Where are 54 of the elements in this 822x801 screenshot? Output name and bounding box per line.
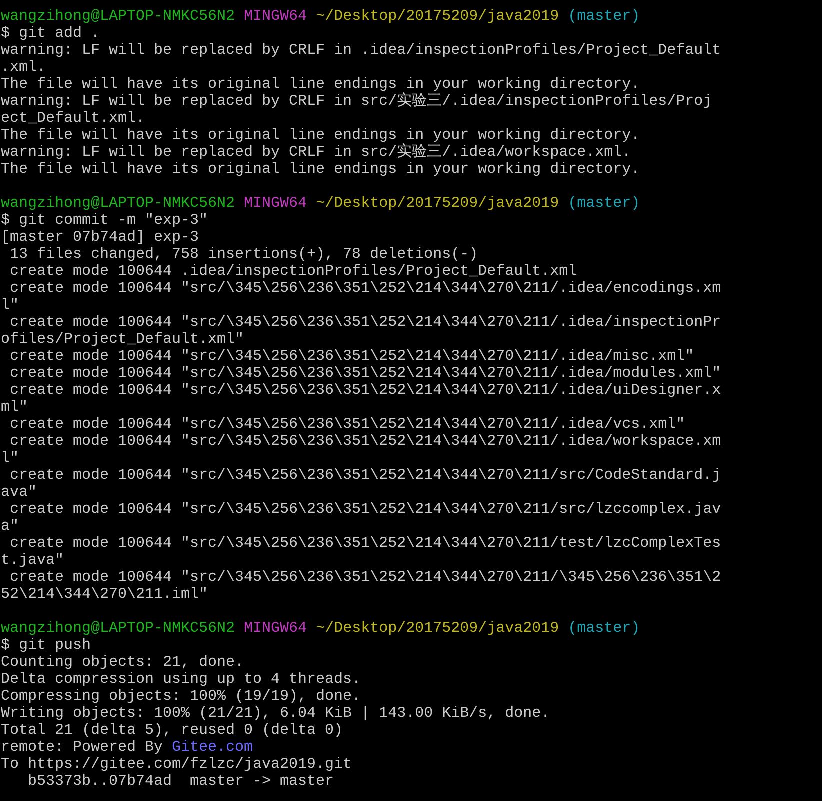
output-line: create mode 100644 "src/\345\256\236\351\252\214\344\270\211/.idea/workspace.xm (9, 433, 722, 450)
output-line: The file will have its original line endings in your working directory. (1, 127, 640, 144)
output-line: warning: LF will be replaced by CRLF in src/实验三/.idea/workspace.xml. (1, 144, 632, 161)
output-line: ect_Default.xml. (1, 110, 146, 127)
output-line: warning: LF will be replaced by CRLF in .idea/inspectionProfiles/Project_Default (1, 42, 722, 59)
output-line: create mode 100644 "src/\345\256\236\351\252\214\344\270\211/src/lzccomplex.jav (9, 501, 722, 518)
output-line: create mode 100644 "src/\345\256\236\351\252\214\344\270\211/.idea/encodings.xm (9, 280, 722, 297)
output-line: a" (1, 518, 20, 535)
prompt-branch: (master) (568, 195, 640, 212)
output-line: create mode 100644 "src/\345\256\236\351\252\214\344\270\211/src/CodeStandard.j (9, 467, 722, 484)
output-line: [master 07b74ad] exp-3 (1, 229, 200, 246)
output-line: Compressing objects: 100% (19/19), done. (1, 688, 362, 705)
output-line: 52\214\344\270\211.iml" (1, 586, 208, 603)
output-line: ava" (1, 484, 38, 501)
prompt-user: wangzihong@LAPTOP-NMKC56N2 (1, 8, 236, 25)
output-line: remote: Powered By (1, 739, 164, 756)
output-line: ml" (1, 399, 28, 416)
output-line: create mode 100644 "src/\345\256\236\351\252\214\344\270\211/.idea/uiDesigner.x (9, 382, 722, 399)
output-line: t.java" (1, 552, 64, 569)
output-line: create mode 100644 "src/\345\256\236\351\252\214\344\270\211/.idea/modules.xml" (9, 365, 722, 382)
prompt-branch: (master) (568, 8, 640, 25)
output-line: .xml. (1, 59, 46, 76)
output-line: warning: LF will be replaced by CRLF in src/实验三/.idea/inspectionProfiles/Proj (1, 93, 712, 110)
prompt-system: MINGW64 (244, 620, 308, 637)
prompt-user: wangzihong@LAPTOP-NMKC56N2 (1, 620, 236, 637)
prompt-system: MINGW64 (244, 8, 308, 25)
output-line: ofiles/Project_Default.xml" (1, 331, 244, 348)
output-line: create mode 100644 "src/\345\256\236\351\252\214\344\270\211/test/lzcComplexTes (9, 535, 722, 552)
output-line: The file will have its original line endings in your working directory. (1, 76, 640, 93)
output-line: create mode 100644 "src/\345\256\236\351\252\214\344\270\211/\345\256\236\351\2 (9, 569, 722, 586)
prompt-path: ~/Desktop/20175209/java2019 (316, 195, 560, 212)
output-line: create mode 100644 "src/\345\256\236\351\252\214\344\270\211/.idea/misc.xml" (9, 348, 694, 365)
prompt-path: ~/Desktop/20175209/java2019 (316, 620, 560, 637)
output-line: Writing objects: 100% (21/21), 6.04 KiB | 143.00 KiB/s, done. (1, 705, 550, 722)
output-line: To https://gitee.com/fzlzc/java2019.git (1, 756, 352, 773)
output-line: create mode 100644 .idea/inspectionProfiles/Project_Default.xml (9, 263, 578, 280)
output-line: 13 files changed, 758 insertions(+), 78 deletions(-) (9, 246, 478, 263)
prompt-branch: (master) (568, 620, 640, 637)
command-line: $ git add . (1, 25, 100, 42)
prompt-user: wangzihong@LAPTOP-NMKC56N2 (1, 195, 236, 212)
output-line: Total 21 (delta 5), reused 0 (delta 0) (1, 722, 344, 739)
output-line: Delta compression using up to 4 threads. (1, 671, 362, 688)
output-line: create mode 100644 "src/\345\256\236\351\252\214\344\270\211/.idea/vcs.xml" (9, 416, 686, 433)
output-line: Counting objects: 21, done. (1, 654, 244, 671)
command-line: $ git commit -m "exp-3" (1, 212, 208, 229)
command-line: $ git push (1, 637, 92, 654)
gitee-link[interactable]: Gitee.com (172, 739, 254, 756)
output-line: b53373b..07b74ad master -> master (27, 773, 334, 790)
output-line: l" (1, 297, 20, 314)
prompt-path: ~/Desktop/20175209/java2019 (316, 8, 560, 25)
output-line: l" (1, 450, 20, 467)
output-line: create mode 100644 "src/\345\256\236\351\252\214\344\270\211/.idea/inspectionPr (9, 314, 722, 331)
prompt-system: MINGW64 (244, 195, 308, 212)
output-line: The file will have its original line endings in your working directory. (1, 161, 640, 178)
